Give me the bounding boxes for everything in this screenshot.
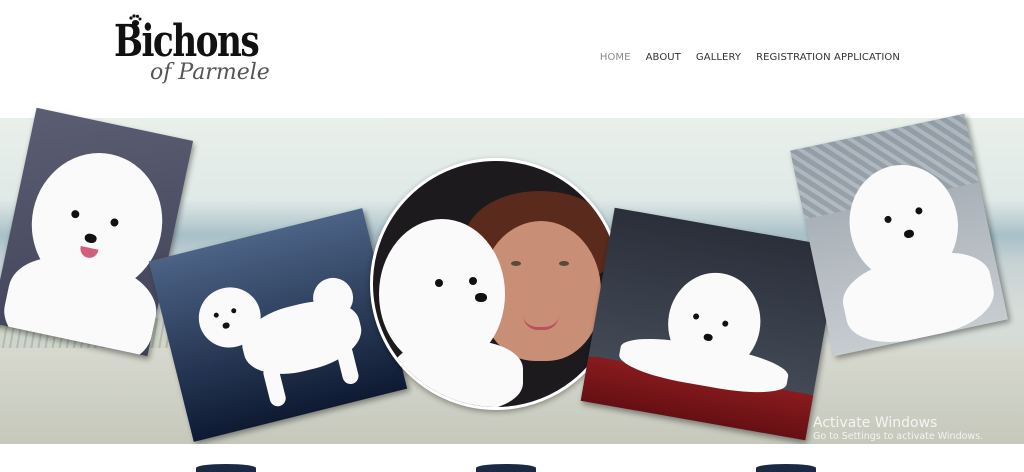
nav-about[interactable]: ABOUT — [646, 52, 681, 63]
bichon-photo-4 — [580, 207, 840, 441]
watermark-title: Activate Windows — [813, 415, 938, 431]
logo-main-text: Bichons — [114, 16, 260, 67]
nav-gallery[interactable]: GALLERY — [696, 52, 741, 63]
logo-sub-text: of Parmele — [150, 60, 270, 85]
feature-circle-2 — [476, 464, 536, 472]
nav-home[interactable]: HOME — [600, 52, 631, 63]
site-logo[interactable]: Bichons of Parmele — [112, 14, 272, 100]
main-nav: HOME ABOUT GALLERY REGISTRATION APPLICAT… — [600, 52, 900, 63]
owner-with-bichon-photo — [370, 158, 622, 410]
watermark-subtitle: Go to Settings to activate Windows. — [813, 431, 984, 443]
feature-circle-3 — [756, 464, 816, 472]
feature-circle-1 — [196, 464, 256, 472]
nav-registration-application[interactable]: REGISTRATION APPLICATION — [756, 52, 900, 63]
site-header: Bichons of Parmele HOME ABOUT GALLERY RE… — [0, 0, 1024, 118]
activate-windows-watermark: Activate Windows Go to Settings to activ… — [813, 415, 984, 444]
